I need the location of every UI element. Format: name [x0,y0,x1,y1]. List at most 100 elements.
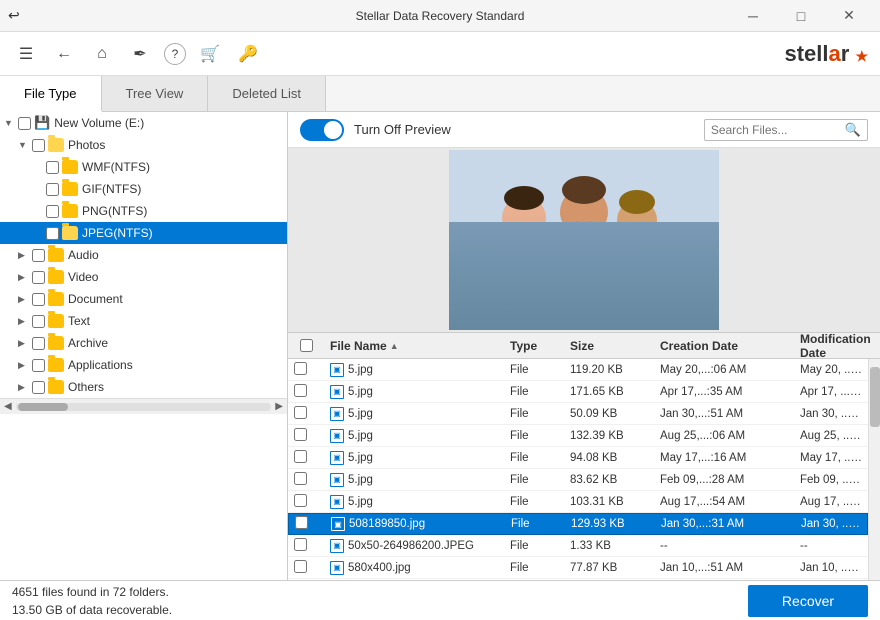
tree-item-applications[interactable]: ▶ Applications [0,354,287,376]
scroll-left-arrow[interactable]: ◀ [4,401,12,412]
help-icon[interactable]: ? [164,43,186,65]
col-header-type[interactable]: Type [504,339,564,353]
row-checkbox[interactable] [294,428,307,441]
expand-arrow: ▶ [18,382,32,393]
home-icon[interactable]: ⌂ [88,40,116,68]
tab-file-type[interactable]: File Type [0,76,102,112]
sort-arrow: ▲ [390,341,399,351]
file-row[interactable]: ▣5.jpg File 83.62 KB Feb 09,...:28 AM Fe… [288,469,868,491]
title-bar-left: ↩ [8,7,20,24]
file-icon: ▣ [330,451,344,465]
expand-arrow: ▼ [4,118,18,128]
file-icon: ▣ [330,495,344,509]
file-icon: ▣ [330,473,344,487]
minimize-button[interactable]: ─ [730,0,776,32]
file-row[interactable]: ▣5.jpg File 119.20 KB May 20,...:06 AM M… [288,359,868,381]
file-row[interactable]: ▣5.jpg File 132.39 KB Aug 25,...:06 AM A… [288,425,868,447]
row-checkbox[interactable] [294,560,307,573]
drive-icon: 💾 [34,115,50,131]
file-row[interactable]: ▣5.jpg File 94.08 KB May 17,...:16 AM Ma… [288,447,868,469]
tree-checkbox-video[interactable] [32,271,45,284]
file-list-with-scroll: ▣5.jpg File 119.20 KB May 20,...:06 AM M… [288,359,880,580]
tree-item-audio[interactable]: ▶ Audio [0,244,287,266]
select-all-checkbox[interactable] [300,339,313,352]
tree-checkbox-png[interactable] [46,205,59,218]
tree-item-archive[interactable]: ▶ Archive [0,332,287,354]
row-checkbox[interactable] [294,538,307,551]
tree-checkbox-applications[interactable] [32,359,45,372]
file-row[interactable]: ▣5.jpg File 103.31 KB Aug 17,...:54 AM A… [288,491,868,513]
tree-item-text[interactable]: ▶ Text [0,310,287,332]
tree-checkbox-text[interactable] [32,315,45,328]
tree-checkbox-document[interactable] [32,293,45,306]
tree-item-volume-e[interactable]: ▼ 💾 New Volume (E:) [0,112,287,134]
row-checkbox[interactable] [294,494,307,507]
tree-checkbox-archive[interactable] [32,337,45,350]
tree-item-gif[interactable]: GIF(NTFS) [0,178,287,200]
row-checkbox[interactable] [294,406,307,419]
file-list-header: File Name ▲ Type Size Creation Date Modi… [288,333,880,359]
horizontal-scrollbar[interactable]: ◀ ▶ [0,398,287,414]
file-row-selected[interactable]: ▣508189850.jpg File 129.93 KB Jan 30,...… [288,513,868,535]
status-bar: 4651 files found in 72 folders. 13.50 GB… [0,580,880,620]
scroll-track[interactable] [16,403,272,411]
search-input[interactable] [711,123,841,137]
tree-checkbox-gif[interactable] [46,183,59,196]
file-icon: ▣ [331,517,345,531]
col-header-created[interactable]: Creation Date [654,339,794,353]
expand-arrow: ▶ [18,294,32,305]
back-icon[interactable]: ← [50,40,78,68]
menu-icon[interactable]: ☰ [12,40,40,68]
tree-item-png[interactable]: PNG(NTFS) [0,200,287,222]
row-checkbox[interactable] [295,516,308,529]
row-checkbox[interactable] [294,450,307,463]
folder-icon [62,160,78,174]
scroll-right-arrow[interactable]: ▶ [275,401,283,412]
status-text: 4651 files found in 72 folders. 13.50 GB… [12,583,172,619]
tree-item-video[interactable]: ▶ Video [0,266,287,288]
file-icon: ▣ [330,429,344,443]
close-button[interactable]: ✕ [826,0,872,32]
col-header-modified[interactable]: Modification Date [794,333,877,360]
col-header-size[interactable]: Size [564,339,654,353]
file-list-scroll-area[interactable]: ▣5.jpg File 119.20 KB May 20,...:06 AM M… [288,359,868,580]
search-icon[interactable]: 🔍 [845,122,861,138]
tab-deleted-list[interactable]: Deleted List [208,76,326,111]
tree-checkbox-photos[interactable] [32,139,45,152]
file-row[interactable]: ▣50x50-264986200.JPEG File 1.33 KB -- -- [288,535,868,557]
row-checkbox[interactable] [294,384,307,397]
preview-label: Turn Off Preview [354,122,451,137]
edit-icon[interactable]: ✒ [126,40,154,68]
tab-tree-view[interactable]: Tree View [102,76,209,111]
main-layout: ▼ 💾 New Volume (E:) ▼ Photos WMF(NTFS) G… [0,112,880,580]
tree-item-wmf[interactable]: WMF(NTFS) [0,156,287,178]
file-row[interactable]: ▣580x400.jpg File 79.65 KB Jan 10,...:53… [288,579,868,580]
folder-icon [48,270,64,284]
row-checkbox[interactable] [294,472,307,485]
tree-checkbox-audio[interactable] [32,249,45,262]
tree-item-others[interactable]: ▶ Others [0,376,287,398]
folder-icon [48,314,64,328]
tree-item-document[interactable]: ▶ Document [0,288,287,310]
tree-checkbox-wmf[interactable] [46,161,59,174]
expand-arrow: ▼ [18,140,32,150]
tree-checkbox-jpeg[interactable] [46,227,59,240]
row-checkbox[interactable] [294,362,307,375]
tree-item-jpeg[interactable]: JPEG(NTFS) [0,222,287,244]
vertical-scrollbar[interactable] [868,359,880,580]
preview-toggle[interactable] [300,119,344,141]
file-row[interactable]: ▣580x400.jpg File 77.87 KB Jan 10,...:51… [288,557,868,579]
file-row[interactable]: ▣5.jpg File 50.09 KB Jan 30,...:51 AM Ja… [288,403,868,425]
folder-icon [62,226,78,240]
tree-item-photos[interactable]: ▼ Photos [0,134,287,156]
col-header-check [288,339,324,352]
tree-checkbox-others[interactable] [32,381,45,394]
cart-icon[interactable]: 🛒 [196,40,224,68]
tree-checkbox-volume-e[interactable] [18,117,31,130]
recover-button[interactable]: Recover [748,585,868,617]
key-icon[interactable]: 🔑 [234,40,262,68]
file-icon: ▣ [330,385,344,399]
col-header-name[interactable]: File Name ▲ [324,339,504,353]
file-row[interactable]: ▣5.jpg File 171.65 KB Apr 17,...:35 AM A… [288,381,868,403]
maximize-button[interactable]: □ [778,0,824,32]
